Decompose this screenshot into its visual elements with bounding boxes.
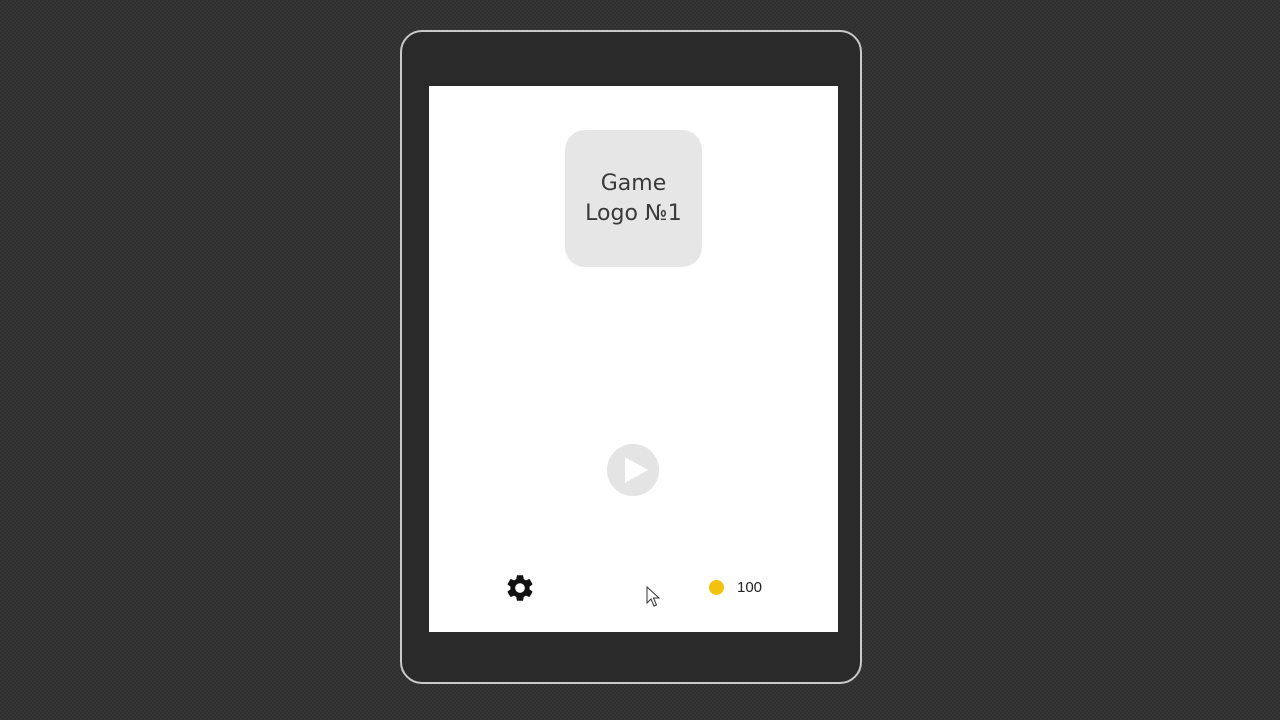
coin-icon — [709, 579, 724, 595]
settings-button[interactable] — [504, 572, 536, 604]
mouse-cursor-icon — [646, 586, 661, 607]
play-button[interactable] — [607, 444, 659, 496]
game-logo: Game Logo №1 — [565, 130, 702, 267]
gear-icon — [507, 575, 533, 601]
game-logo-text: Game Logo №1 — [585, 170, 682, 226]
play-icon — [607, 444, 659, 496]
coin-count: 100 — [737, 578, 763, 596]
coin-balance: 100 — [709, 577, 762, 597]
game-screen: Game Logo №1 100 — [429, 86, 838, 632]
